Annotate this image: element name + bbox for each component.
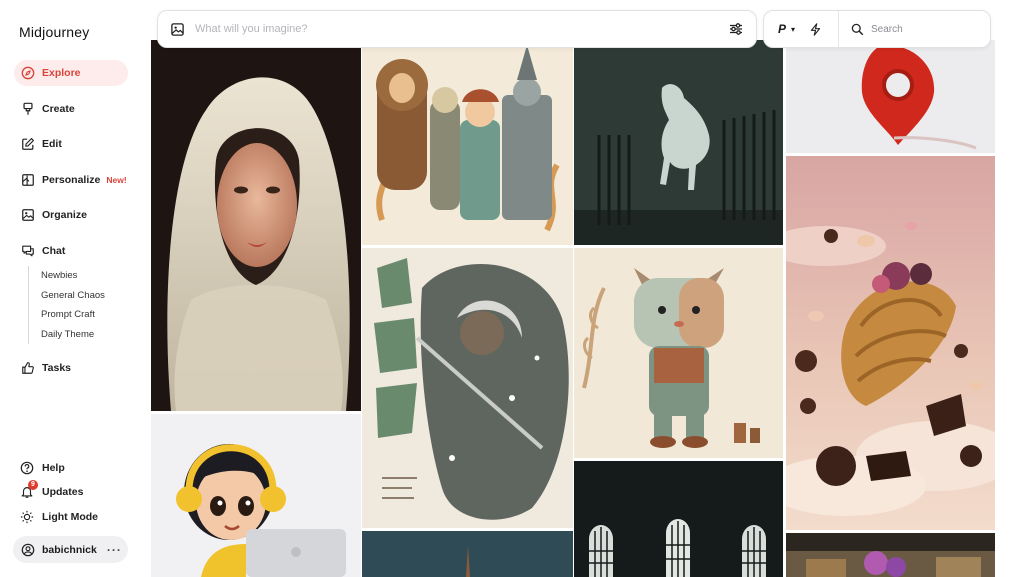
compass-icon	[21, 66, 35, 80]
bell-icon: 9	[20, 480, 42, 499]
sidebar-item-label: Organize	[42, 209, 87, 221]
gallery-tile-patchwork-cat[interactable]	[574, 248, 783, 458]
gallery-tile-samurai-poster[interactable]	[362, 248, 573, 528]
sidebar-item-label: Updates	[42, 486, 84, 498]
sidebar-item-tasks[interactable]: Tasks	[14, 355, 128, 381]
patchwork-cat-image	[574, 248, 783, 458]
sun-icon	[20, 510, 34, 524]
updates-count-badge: 9	[28, 480, 38, 490]
tools-bar: P ▾ Search	[763, 10, 991, 48]
user-menu[interactable]: babichnick ···	[13, 536, 128, 563]
search-placeholder: Search	[871, 23, 903, 35]
prompt-input[interactable]	[195, 23, 728, 35]
croissant-image	[786, 156, 995, 530]
sidebar-item-label: Light Mode	[42, 511, 98, 523]
sidebar-item-light-mode[interactable]: Light Mode	[20, 510, 98, 524]
gallery-tile-storefront[interactable]	[786, 533, 995, 577]
chevron-down-icon: ▾	[791, 24, 796, 34]
location-pin-image	[786, 40, 995, 153]
personalize-toggle-button[interactable]: P ▾	[778, 22, 795, 36]
sidebar-item-updates[interactable]: 9 Updates	[20, 480, 84, 499]
chat-channel-newbies[interactable]: Newbies	[41, 266, 105, 286]
gallery-tile-wizard-of-oz[interactable]	[362, 40, 573, 245]
sidebar-item-label: Create	[42, 103, 75, 115]
white-horse-image	[574, 40, 783, 245]
explore-gallery	[150, 0, 1024, 577]
prompt-bar	[157, 10, 757, 48]
thumbs-up-icon	[21, 361, 35, 375]
sidebar-item-organize[interactable]: Organize	[14, 202, 128, 228]
image-upload-icon[interactable]	[170, 22, 185, 37]
username: babichnick	[42, 543, 97, 556]
gallery-tile-cartoon-girl[interactable]	[151, 414, 361, 577]
chat-channel-prompt-craft[interactable]: Prompt Craft	[41, 305, 105, 325]
gallery-tile-teal-sky[interactable]	[362, 531, 573, 577]
chat-channel-daily-theme[interactable]: Daily Theme	[41, 325, 105, 345]
more-options-icon[interactable]: ···	[107, 543, 122, 557]
wizard-of-oz-image	[362, 40, 573, 245]
sidebar-item-label: Help	[42, 462, 65, 474]
gallery-tile-location-pin[interactable]	[786, 40, 995, 153]
new-badge: New!	[106, 175, 127, 185]
chat-channel-list: Newbies General Chaos Prompt Craft Daily…	[28, 266, 105, 344]
brand-logo[interactable]: Midjourney	[19, 24, 89, 40]
lightning-icon[interactable]	[809, 22, 822, 36]
sidebar-item-label: Personalize	[42, 174, 101, 186]
gallery-tile-portrait[interactable]	[151, 40, 361, 411]
cartoon-girl-image	[151, 414, 361, 577]
gallery-tile-arched-windows[interactable]	[574, 461, 783, 577]
chat-channel-general-chaos[interactable]: General Chaos	[41, 286, 105, 306]
chat-icon	[21, 244, 35, 258]
sidebar-item-label: Tasks	[42, 362, 71, 374]
sidebar-item-label: Edit	[42, 138, 62, 150]
sidebar: Midjourney Explore Create Edit Personali…	[0, 0, 150, 577]
personalize-toggle-label: P	[778, 22, 787, 36]
gallery-search[interactable]: Search	[839, 23, 990, 36]
sidebar-item-label: Explore	[42, 67, 81, 79]
sidebar-item-chat[interactable]: Chat	[14, 238, 128, 264]
tools-left-group: P ▾	[764, 11, 839, 47]
image-icon	[21, 208, 35, 222]
edit-icon	[21, 137, 35, 151]
sidebar-item-help[interactable]: Help	[20, 461, 65, 475]
teal-sky-image	[362, 531, 573, 577]
portrait-image	[151, 40, 361, 411]
sidebar-item-label: Chat	[42, 245, 66, 257]
search-icon	[851, 23, 864, 36]
personalize-icon	[21, 173, 35, 187]
brush-icon	[21, 102, 35, 116]
gallery-tile-white-horse[interactable]	[574, 40, 783, 245]
samurai-poster-image	[362, 248, 573, 528]
help-icon	[20, 461, 34, 475]
user-avatar-icon	[21, 543, 35, 556]
gallery-tile-croissant[interactable]	[786, 156, 995, 530]
sidebar-item-personalize[interactable]: Personalize New!	[14, 167, 128, 193]
storefront-image	[786, 533, 995, 577]
sidebar-item-explore[interactable]: Explore	[14, 60, 128, 86]
sidebar-item-edit[interactable]: Edit	[14, 131, 128, 157]
sidebar-item-create[interactable]: Create	[14, 96, 128, 122]
settings-sliders-icon[interactable]	[728, 21, 744, 37]
arched-windows-image	[574, 461, 783, 577]
